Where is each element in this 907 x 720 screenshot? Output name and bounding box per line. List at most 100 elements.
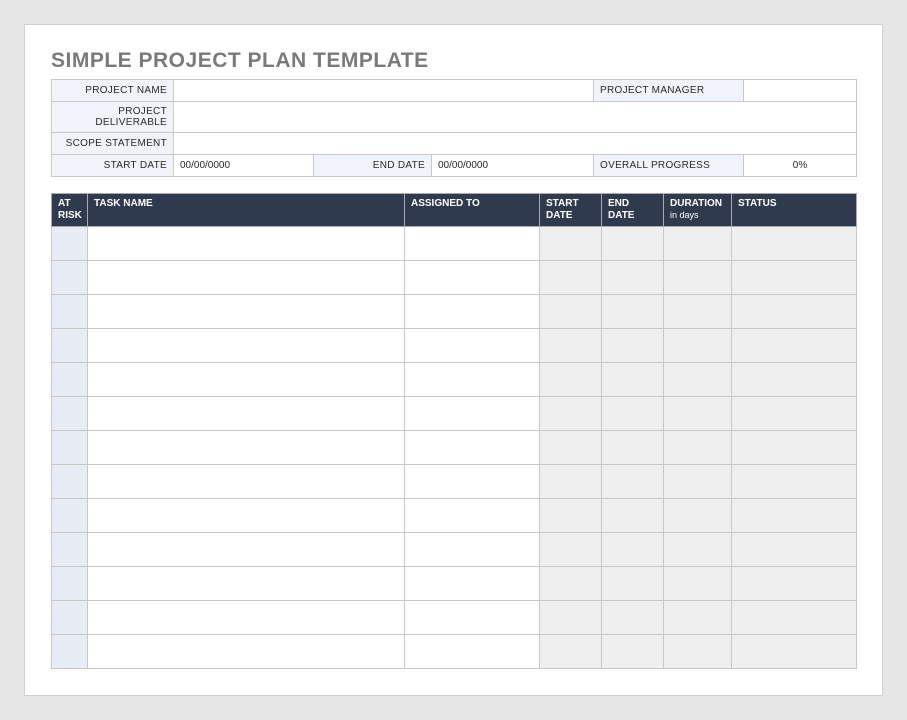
cell-status[interactable]	[732, 533, 857, 567]
cell-status[interactable]	[732, 431, 857, 465]
cell-duration[interactable]	[664, 601, 732, 635]
cell-end-date[interactable]	[602, 601, 664, 635]
start-date-value[interactable]: 00/00/0000	[174, 155, 314, 177]
cell-duration[interactable]	[664, 397, 732, 431]
cell-end-date[interactable]	[602, 533, 664, 567]
cell-duration[interactable]	[664, 635, 732, 669]
cell-task-name[interactable]	[88, 635, 405, 669]
cell-end-date[interactable]	[602, 329, 664, 363]
cell-end-date[interactable]	[602, 397, 664, 431]
cell-status[interactable]	[732, 397, 857, 431]
cell-duration[interactable]	[664, 295, 732, 329]
cell-assigned-to[interactable]	[405, 601, 540, 635]
cell-start-date[interactable]	[540, 533, 602, 567]
end-date-value[interactable]: 00/00/0000	[432, 155, 594, 177]
cell-assigned-to[interactable]	[405, 295, 540, 329]
cell-status[interactable]	[732, 499, 857, 533]
cell-assigned-to[interactable]	[405, 397, 540, 431]
cell-at-risk[interactable]	[52, 261, 88, 295]
cell-at-risk[interactable]	[52, 601, 88, 635]
cell-at-risk[interactable]	[52, 397, 88, 431]
cell-start-date[interactable]	[540, 363, 602, 397]
cell-start-date[interactable]	[540, 567, 602, 601]
cell-task-name[interactable]	[88, 227, 405, 261]
cell-assigned-to[interactable]	[405, 261, 540, 295]
cell-duration[interactable]	[664, 431, 732, 465]
cell-start-date[interactable]	[540, 261, 602, 295]
cell-task-name[interactable]	[88, 465, 405, 499]
cell-start-date[interactable]	[540, 329, 602, 363]
cell-duration[interactable]	[664, 567, 732, 601]
cell-task-name[interactable]	[88, 499, 405, 533]
project-name-label: PROJECT NAME	[52, 80, 174, 102]
cell-end-date[interactable]	[602, 635, 664, 669]
cell-task-name[interactable]	[88, 261, 405, 295]
cell-duration[interactable]	[664, 261, 732, 295]
cell-end-date[interactable]	[602, 431, 664, 465]
cell-at-risk[interactable]	[52, 329, 88, 363]
cell-status[interactable]	[732, 601, 857, 635]
cell-assigned-to[interactable]	[405, 533, 540, 567]
cell-at-risk[interactable]	[52, 431, 88, 465]
cell-start-date[interactable]	[540, 431, 602, 465]
cell-start-date[interactable]	[540, 499, 602, 533]
cell-start-date[interactable]	[540, 295, 602, 329]
cell-start-date[interactable]	[540, 465, 602, 499]
cell-at-risk[interactable]	[52, 465, 88, 499]
cell-at-risk[interactable]	[52, 295, 88, 329]
cell-end-date[interactable]	[602, 261, 664, 295]
cell-end-date[interactable]	[602, 363, 664, 397]
cell-duration[interactable]	[664, 465, 732, 499]
cell-at-risk[interactable]	[52, 363, 88, 397]
project-name-value[interactable]	[174, 80, 594, 102]
cell-status[interactable]	[732, 227, 857, 261]
project-manager-value[interactable]	[744, 80, 857, 102]
cell-status[interactable]	[732, 329, 857, 363]
cell-task-name[interactable]	[88, 295, 405, 329]
cell-start-date[interactable]	[540, 601, 602, 635]
cell-assigned-to[interactable]	[405, 635, 540, 669]
cell-duration[interactable]	[664, 363, 732, 397]
cell-end-date[interactable]	[602, 567, 664, 601]
scope-value[interactable]	[174, 133, 857, 155]
cell-task-name[interactable]	[88, 397, 405, 431]
cell-at-risk[interactable]	[52, 635, 88, 669]
cell-task-name[interactable]	[88, 363, 405, 397]
cell-duration[interactable]	[664, 499, 732, 533]
cell-at-risk[interactable]	[52, 499, 88, 533]
cell-task-name[interactable]	[88, 533, 405, 567]
cell-at-risk[interactable]	[52, 227, 88, 261]
cell-duration[interactable]	[664, 533, 732, 567]
cell-status[interactable]	[732, 261, 857, 295]
cell-assigned-to[interactable]	[405, 227, 540, 261]
cell-assigned-to[interactable]	[405, 431, 540, 465]
cell-task-name[interactable]	[88, 601, 405, 635]
tasks-header-row: AT RISK TASK NAME ASSIGNED TO START DATE…	[52, 194, 857, 227]
deliverable-value[interactable]	[174, 102, 857, 133]
cell-start-date[interactable]	[540, 635, 602, 669]
cell-assigned-to[interactable]	[405, 567, 540, 601]
cell-at-risk[interactable]	[52, 533, 88, 567]
cell-duration[interactable]	[664, 329, 732, 363]
cell-end-date[interactable]	[602, 227, 664, 261]
cell-status[interactable]	[732, 635, 857, 669]
cell-task-name[interactable]	[88, 567, 405, 601]
cell-assigned-to[interactable]	[405, 363, 540, 397]
cell-end-date[interactable]	[602, 295, 664, 329]
cell-start-date[interactable]	[540, 227, 602, 261]
table-row	[52, 431, 857, 465]
cell-status[interactable]	[732, 295, 857, 329]
cell-task-name[interactable]	[88, 329, 405, 363]
cell-at-risk[interactable]	[52, 567, 88, 601]
cell-assigned-to[interactable]	[405, 329, 540, 363]
cell-status[interactable]	[732, 567, 857, 601]
cell-task-name[interactable]	[88, 431, 405, 465]
cell-end-date[interactable]	[602, 465, 664, 499]
cell-assigned-to[interactable]	[405, 465, 540, 499]
cell-duration[interactable]	[664, 227, 732, 261]
cell-start-date[interactable]	[540, 397, 602, 431]
cell-assigned-to[interactable]	[405, 499, 540, 533]
cell-status[interactable]	[732, 465, 857, 499]
cell-status[interactable]	[732, 363, 857, 397]
cell-end-date[interactable]	[602, 499, 664, 533]
